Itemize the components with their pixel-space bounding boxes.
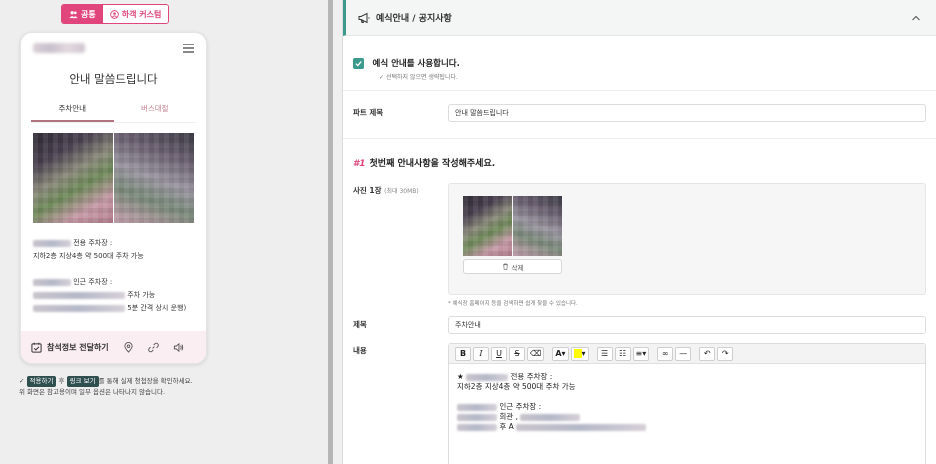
photo-hint: * 예식장 홈페이지 등을 검색하면 쉽게 찾을 수 있습니다.: [448, 301, 578, 307]
phone-notice-body: 전용 주차장 : 지하2층 지상4층 약 500대 주차 가능 인근 주차장 :…: [33, 237, 194, 315]
highlight-color-button[interactable]: ▾: [570, 346, 589, 361]
divider: [343, 90, 936, 91]
use-notice-checkbox[interactable]: [353, 57, 364, 69]
part-title-label: 파트 제목: [353, 108, 384, 117]
apply-pill: 적용하기: [26, 376, 57, 387]
step-text: 첫번째 안내사항을 작성해주세요.: [369, 159, 496, 169]
redo-icon[interactable]: ↷: [717, 346, 734, 361]
editor-line: 전용 주차장 :: [510, 372, 553, 381]
phone-footer: 참석정보 전달하기: [21, 331, 206, 363]
delete-photo-button[interactable]: 삭제: [463, 259, 562, 274]
common-mode-tab[interactable]: 공통: [62, 5, 103, 23]
blurred-photo-right: [114, 133, 194, 223]
phone-notice-title: 안내 말씀드립니다: [69, 72, 158, 86]
preview-pane: 공통 하객 커스텀 안내 말씀드립니다 주차안내 버스대절 전용 주차장 : 지…: [0, 0, 328, 464]
horizontal-rule-icon[interactable]: —: [675, 346, 692, 361]
editor-toolbar: B I U S ⌫ A ▾ ▾ ☰ ☷ ≡▾ ∞ — ↶ ↷: [449, 344, 925, 364]
phone-text-line: 주차 가능: [127, 291, 156, 299]
location-pin-icon[interactable]: [123, 341, 134, 353]
strike-button[interactable]: S: [509, 346, 525, 361]
undo-icon[interactable]: ↶: [699, 346, 716, 361]
content-editor: B I U S ⌫ A ▾ ▾ ☰ ☷ ≡▾ ∞ — ↶ ↷ ★ 전용 주차장 :…: [448, 343, 926, 464]
delete-photo-label: 삭제: [511, 263, 524, 272]
link-view-pill: 링크 보기: [66, 376, 99, 387]
phone-photo: [33, 133, 194, 223]
speaker-icon[interactable]: [173, 342, 184, 353]
user-circle-icon: [109, 9, 119, 19]
editor-line: 회관 ,: [499, 412, 518, 421]
use-notice-sublabel: 선택하지 않으면 생략됩니다.: [385, 74, 458, 81]
highlight-swatch-icon: [573, 349, 582, 358]
step-heading: #1 첫번째 안내사항을 작성해주세요.: [353, 156, 495, 169]
preview-help-text: ✓ 적용하기 후 링크 보기 를 통해 실제 청첩장을 확인하세요. 위 화면은 …: [19, 376, 193, 396]
bullet-list-icon[interactable]: ☰: [596, 346, 613, 361]
underline-button[interactable]: U: [491, 346, 507, 361]
use-notice-row: 예식 안내를 사용합니다. ✓ 선택하지 않으면 생략됩니다.: [343, 36, 936, 81]
use-notice-label: 예식 안내를 사용합니다.: [372, 59, 460, 69]
font-color-label: A: [555, 349, 562, 358]
phone-text-line: 지하2층 지상4층 약 500대 주차 가능: [33, 252, 144, 260]
bold-button[interactable]: B: [455, 346, 471, 361]
font-color-button[interactable]: A ▾: [552, 346, 569, 361]
help-connector: 후: [58, 377, 65, 385]
pane-resize-handle[interactable]: [328, 0, 333, 464]
phone-preview: 안내 말씀드립니다 주차안내 버스대절 전용 주차장 : 지하2층 지상4층 약…: [20, 32, 207, 364]
content-label: 내용: [353, 346, 367, 355]
custom-mode-label: 하객 커스텀: [121, 9, 162, 19]
step-number: #1: [353, 159, 366, 169]
help-line2: 위 화면은 참고용이며 일부 옵션은 나타나지 않습니다.: [19, 388, 166, 396]
phone-text-line: 전용 주차장 :: [73, 239, 113, 247]
phone-text-line: 5분 간격 상시 운행): [127, 304, 187, 312]
phone-text-line: 인근 주차장 :: [73, 278, 113, 286]
editor-line: 후 A: [499, 422, 514, 431]
common-mode-label: 공통: [81, 9, 96, 19]
photo-label: 사진 1장 (최대 30MB): [353, 185, 419, 196]
link-icon[interactable]: [147, 342, 159, 353]
help-line1-tail: 를 통해 실제 청첩장을 확인하세요.: [98, 377, 193, 385]
photo-upload-area[interactable]: 삭제: [448, 183, 926, 295]
subject-label: 제목: [353, 320, 367, 329]
editor-line: 지하2층 지상4층 약 500대 주차 가능: [457, 382, 576, 391]
section-header[interactable]: 예식안내 / 공지사항: [343, 0, 936, 36]
editor-line: 인근 주차장 :: [499, 402, 542, 411]
blurred-logo: [33, 43, 85, 53]
hamburger-menu-icon[interactable]: [183, 43, 194, 53]
photo-thumbnail: [463, 196, 562, 256]
megaphone-icon: [358, 12, 370, 23]
part-title-input[interactable]: 안내 말씀드립니다: [448, 104, 926, 122]
align-icon[interactable]: ≡▾: [632, 346, 650, 361]
subject-input[interactable]: 주차안내: [448, 316, 926, 334]
share-attendance-label: 참석정보 전달하기: [47, 342, 109, 352]
editor-star: ★: [457, 372, 464, 381]
custom-mode-tab[interactable]: 하객 커스텀: [102, 5, 169, 23]
users-icon: [69, 10, 78, 18]
link-icon[interactable]: ∞: [657, 346, 674, 361]
chevron-up-icon[interactable]: [910, 12, 922, 24]
checkmark-icon: [355, 60, 362, 67]
phone-tab-bus[interactable]: 버스대절: [114, 103, 197, 122]
preview-mode-toggle: 공통 하객 커스텀: [61, 4, 170, 24]
numbered-list-icon[interactable]: ☷: [614, 346, 631, 361]
calendar-check-icon: [31, 342, 42, 353]
form-pane: 예식안내 / 공지사항 예식 안내를 사용합니다. ✓ 선택하지 않으면 생략됩…: [342, 0, 936, 464]
section-title: 예식안내 / 공지사항: [376, 14, 452, 24]
share-attendance-button[interactable]: 참석정보 전달하기: [31, 342, 109, 353]
phone-header: [21, 33, 206, 63]
eraser-icon[interactable]: ⌫: [527, 346, 545, 361]
phone-tab-parking[interactable]: 주차안내: [31, 103, 114, 122]
phone-tabs: 주차안내 버스대절: [31, 103, 196, 123]
divider: [343, 138, 936, 139]
trash-icon: [502, 263, 508, 270]
blurred-thumb-right: [513, 196, 562, 256]
photo-limit-text: (최대 30MB): [384, 188, 419, 195]
editor-content[interactable]: ★ 전용 주차장 : 지하2층 지상4층 약 500대 주차 가능 인근 주차장…: [449, 364, 925, 440]
blurred-thumb-left: [463, 196, 512, 256]
italic-button[interactable]: I: [473, 346, 489, 361]
blurred-photo-left: [33, 133, 113, 223]
photo-label-text: 사진 1장: [353, 186, 382, 195]
